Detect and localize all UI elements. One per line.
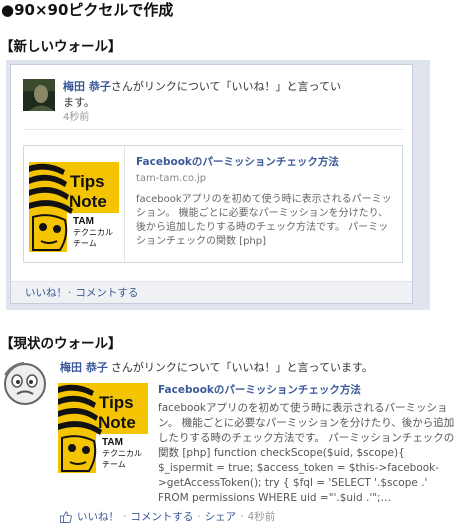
section-title-current-wall: 【現状のウォール】	[0, 336, 122, 352]
link-thumbnail-logo[interactable]: Tips Note TAM テクニカル チーム	[58, 383, 148, 473]
link-text-block: Facebookのパーミッションチェック方法 tam-tam.co.jp fac…	[136, 155, 394, 259]
link-description: facebookアプリのを初めて使う時に表示されるパーミッション。 機能ごとに必…	[136, 194, 392, 247]
actor-name-link[interactable]: 梅田 恭子	[63, 80, 111, 93]
link-description: facebookアプリのを初めて使う時に表示されるパーミッション。 機能ごとに必…	[158, 402, 455, 504]
story-text: 梅田 恭子さんがリンクについて「いいね！」と言っています。	[63, 79, 351, 111]
actor-name-link[interactable]: 梅田 恭子	[60, 361, 108, 374]
logo-text-org: TAM	[102, 437, 123, 448]
link-title[interactable]: Facebookのパーミッションチェック方法	[158, 383, 458, 397]
link-domain: tam-tam.co.jp	[136, 173, 207, 184]
logo-text-line2: Note	[69, 192, 107, 211]
story-action-bar: いいね！ · コメントする · シェア · 4秒前	[60, 509, 275, 524]
new-wall-feed: 梅田 恭子さんがリンクについて「いいね！」と言っています。 4秒前 Tips N…	[6, 60, 430, 310]
story-action-text: さんがリンクについて「いいね！」と言っています。	[110, 361, 373, 374]
share-link[interactable]: シェア	[205, 510, 237, 524]
avatar-photo-shapes	[23, 79, 55, 111]
story-text: 梅田 恭子さんがリンクについて「いいね！」と言っています。	[60, 360, 458, 376]
new-wall-story-card: 梅田 恭子さんがリンクについて「いいね！」と言っています。 4秒前 Tips N…	[10, 64, 413, 304]
logo-text-org: TAM	[73, 216, 94, 227]
like-link[interactable]: いいね！	[77, 510, 119, 524]
avatar-drawing[interactable]	[2, 360, 48, 406]
link-thumbnail-area: Tips Note TAM テクニカル チーム	[24, 146, 125, 262]
logo-text-dept2: チーム	[102, 460, 126, 469]
story-action-bar: いいね！· コメントする	[11, 281, 412, 303]
comment-link[interactable]: コメントする	[130, 510, 193, 524]
action-separator: ·	[197, 510, 201, 523]
avatar-drawing-shapes	[4, 362, 46, 405]
actor-avatar[interactable]	[2, 360, 48, 406]
link-thumbnail-logo[interactable]: Tips Note TAM テクニカル チーム	[29, 162, 119, 252]
story-timestamp[interactable]: 4秒前	[248, 510, 276, 524]
comment-link[interactable]: コメントする	[75, 287, 138, 299]
actor-avatar[interactable]	[23, 79, 55, 111]
logo-text-line1: Tips	[99, 393, 134, 412]
thumbs-up-icon-shapes	[60, 510, 72, 523]
avatar-photo[interactable]	[23, 79, 55, 111]
link-attachment: Tips Note TAM テクニカル チーム Facebookのパーミッション…	[23, 145, 403, 263]
logo-text-dept2: チーム	[73, 239, 97, 248]
story-timestamp[interactable]: 4秒前	[63, 111, 89, 125]
thumbs-up-icon[interactable]	[60, 510, 72, 523]
divider	[23, 129, 403, 130]
logo-text-dept1: テクニカル	[73, 228, 113, 237]
logo-text-line1: Tips	[70, 172, 105, 191]
action-separator: ·	[123, 510, 127, 523]
like-link[interactable]: いいね！	[25, 287, 67, 299]
logo-text-dept1: テクニカル	[102, 449, 142, 458]
action-separator: ·	[240, 510, 244, 523]
page-heading: ●90×90ピクセルで作成	[1, 1, 174, 19]
action-separator: ·	[68, 287, 72, 299]
link-title[interactable]: Facebookのパーミッションチェック方法	[136, 155, 394, 169]
section-title-new-wall: 【新しいウォール】	[0, 39, 122, 55]
logo-text-line2: Note	[98, 413, 136, 432]
